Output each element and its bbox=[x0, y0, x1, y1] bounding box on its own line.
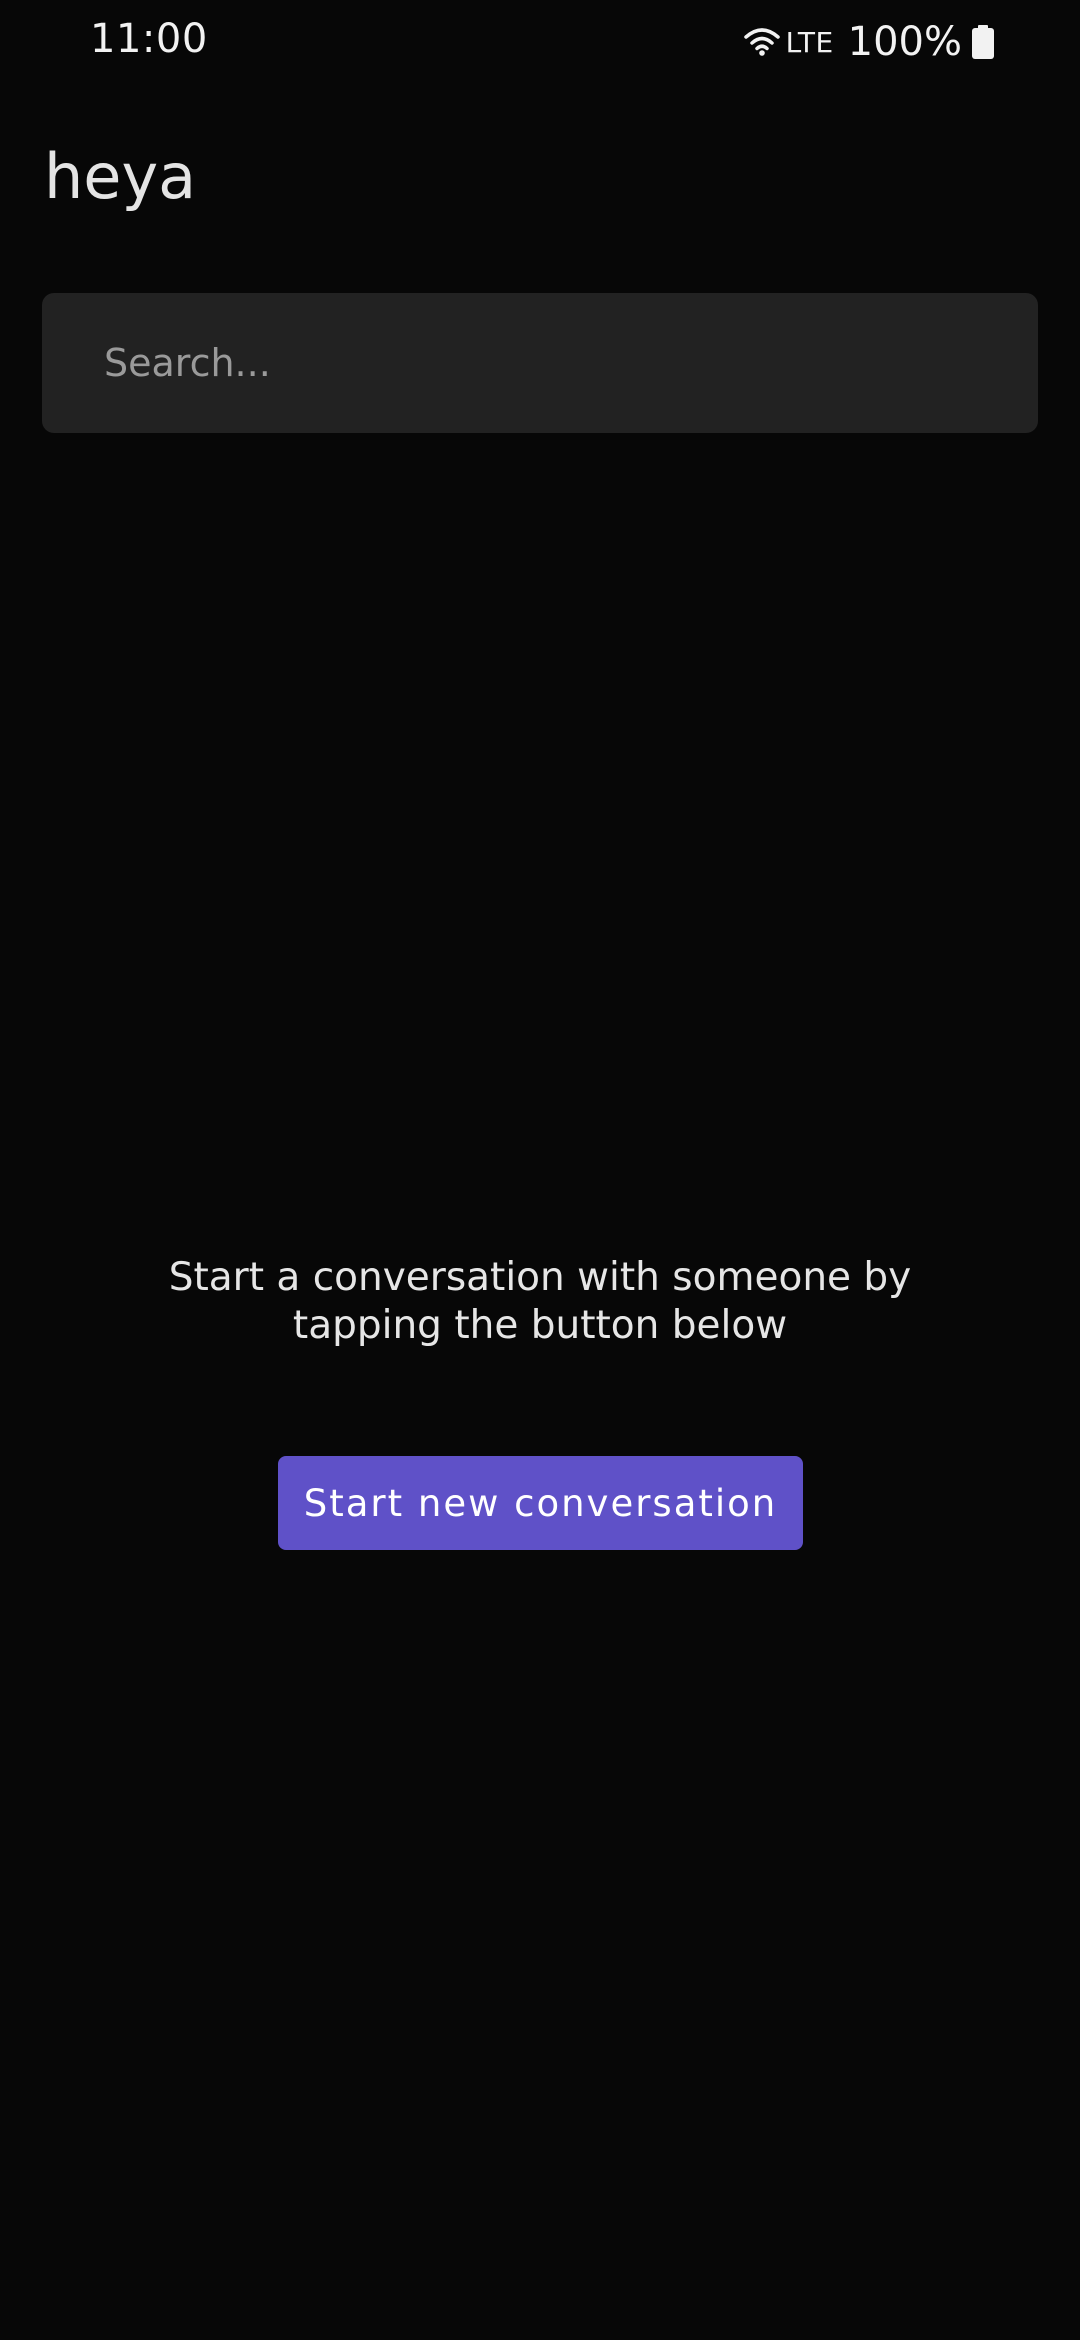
app-title: heya bbox=[44, 140, 197, 213]
status-icons: LTE 100% bbox=[743, 16, 994, 68]
network-type: LTE bbox=[785, 25, 834, 59]
status-time: 11:00 bbox=[90, 16, 208, 62]
start-new-conversation-button[interactable]: Start new conversation bbox=[278, 1456, 803, 1550]
battery-icon bbox=[972, 25, 994, 59]
empty-state-message: Start a conversation with someone by tap… bbox=[168, 1255, 912, 1348]
status-bar: 11:00 LTE 100% bbox=[0, 0, 1080, 84]
battery-percent: 100% bbox=[847, 19, 962, 65]
wifi-icon bbox=[743, 27, 780, 57]
search-input[interactable] bbox=[42, 293, 1038, 433]
search-bar[interactable] bbox=[42, 293, 1038, 433]
